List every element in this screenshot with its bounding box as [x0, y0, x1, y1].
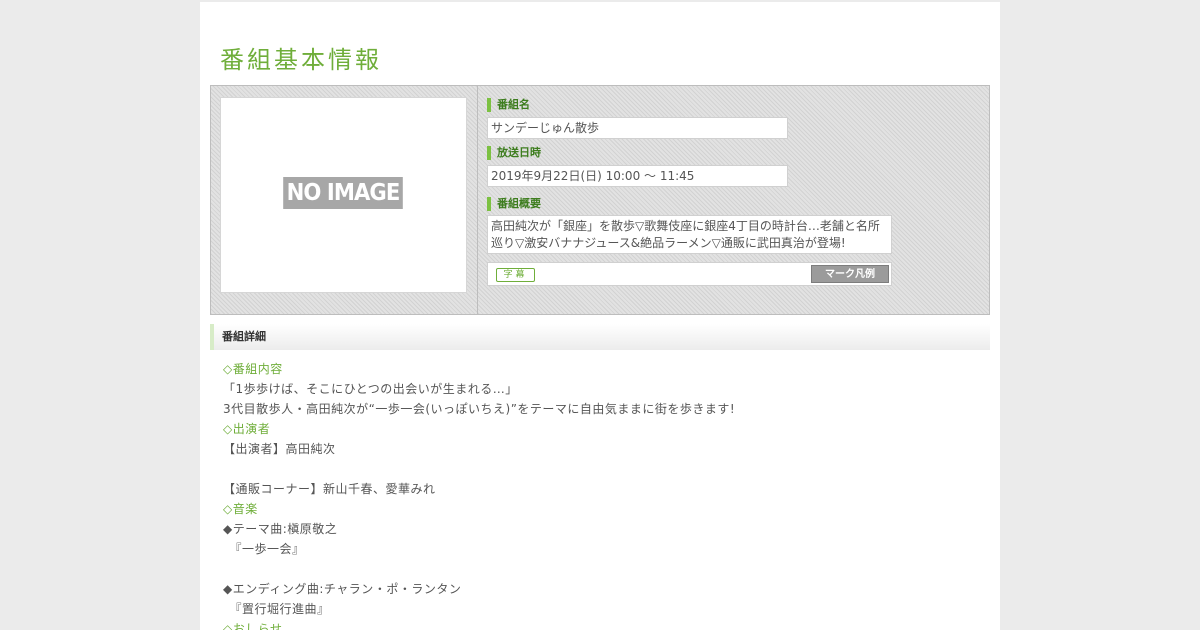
program-info-box: NO IMAGE 番組名 サンデーじゅん散歩 放送日時 2019年9月22日(日…: [210, 85, 990, 315]
program-thumbnail: NO IMAGE: [220, 97, 467, 293]
airtime-label: 放送日時: [487, 146, 541, 160]
details-body: ◇番組内容「1歩歩けば、そこにひとつの出会いが生まれる…」 3代目散歩人・高田純次…: [223, 359, 983, 630]
airtime-value: 2019年9月22日(日) 10:00 ～ 11:45: [487, 165, 788, 187]
details-text-line: ◆エンディング曲:チャラン・ポ・ランタン: [223, 582, 462, 596]
details-section-heading: ◇出演者: [223, 422, 271, 436]
details-section-header: 番組詳細: [210, 324, 990, 350]
program-name-label: 番組名: [487, 98, 530, 112]
details-section-heading: ◇おしらせ: [223, 622, 283, 630]
details-text-line: 【通販コーナー】新山千春、愛華みれ: [223, 482, 436, 496]
details-text-line: [223, 459, 983, 479]
details-text-line: [223, 559, 983, 579]
page-container: 番組基本情報 NO IMAGE 番組名 サンデーじゅん散歩 放送日時 2019年…: [200, 2, 1000, 630]
details-text-line: 3代目散歩人・高田純次が“一歩一会(いっぽいちえ)”をテーマに自由気ままに街を歩…: [223, 402, 736, 416]
program-name-value: サンデーじゅん散歩: [487, 117, 788, 139]
caption-badge: 字幕: [496, 268, 535, 282]
details-text-line: 【出演者】高田純次: [223, 442, 336, 456]
thumbnail-column: NO IMAGE: [211, 86, 478, 314]
details-section-heading: ◇音楽: [223, 502, 258, 516]
page-title: 番組基本情報: [220, 46, 382, 74]
no-image-placeholder: NO IMAGE: [283, 177, 403, 209]
summary-label: 番組概要: [487, 197, 541, 211]
details-section-heading: ◇番組内容: [223, 362, 283, 376]
mark-bar: 字幕 マーク凡例: [487, 262, 892, 286]
mark-legend-button[interactable]: マーク凡例: [811, 265, 889, 283]
details-text-line: 『置行堀行進曲』: [223, 602, 330, 616]
details-text-line: 「1歩歩けば、そこにひとつの出会いが生まれる…」: [223, 382, 518, 396]
details-text-line: ◆テーマ曲:槇原敬之: [223, 522, 338, 536]
summary-value: 高田純次が「銀座」を散歩▽歌舞伎座に銀座4丁目の時計台…老舗と名所巡り▽激安バナ…: [487, 215, 892, 254]
details-text-line: 『一歩一会』: [223, 542, 305, 556]
